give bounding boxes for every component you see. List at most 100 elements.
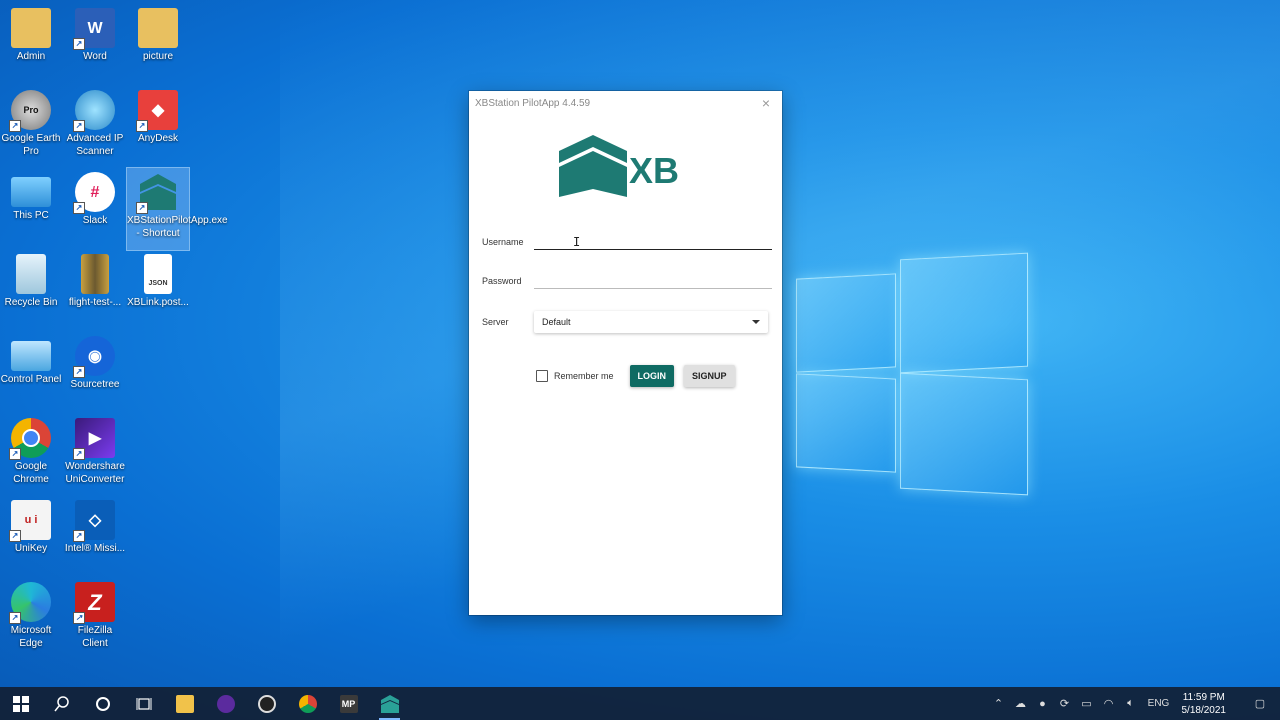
password-label: Password: [482, 276, 522, 286]
desktop-icon-unikey[interactable]: u i ↗ UniKey: [0, 496, 62, 555]
logo-text: XB: [629, 150, 679, 191]
remember-me-checkbox[interactable]: [536, 370, 548, 382]
unikey-icon: u i ↗: [9, 500, 51, 542]
text-cursor-icon: I: [573, 235, 581, 249]
close-icon[interactable]: ×: [756, 95, 776, 111]
notifications-icon[interactable]: ▢: [1240, 697, 1280, 710]
archive-icon: [81, 254, 109, 294]
json-file-icon: JSON: [144, 254, 172, 294]
desktop-icon-label: This PC: [13, 210, 49, 221]
desktop-icon-advanced-ip-scanner[interactable]: ↗ Advanced IP Scanner: [64, 86, 126, 158]
microphone-icon[interactable]: ●: [1032, 698, 1054, 710]
edge-icon: ↗: [9, 582, 51, 624]
computer-icon: [11, 177, 51, 207]
server-label: Server: [482, 317, 509, 327]
mission-planner-icon: MP: [339, 694, 358, 713]
volume-icon[interactable]: 🔈︎: [1120, 697, 1142, 710]
battery-icon[interactable]: ▭: [1076, 697, 1098, 710]
filezilla-icon: Z ↗: [73, 582, 115, 624]
desktop-icon-sourcetree[interactable]: ◉ ↗ Sourcetree: [64, 332, 126, 391]
update-icon[interactable]: ⟳: [1054, 697, 1076, 710]
desktop-icon-label: Admin: [16, 51, 46, 62]
window-titlebar[interactable]: XBStation PilotApp 4.4.59 ×: [469, 91, 782, 115]
taskbar-mission-planner[interactable]: MP: [328, 687, 369, 720]
language-indicator[interactable]: ENG: [1142, 698, 1176, 709]
slack-icon: # ↗: [73, 172, 115, 214]
anydesk-icon: ◆ ↗: [136, 90, 178, 132]
desktop-icon-xbstation-pilotapp[interactable]: ↗ XBStationPilotApp.exe - Shortcut: [126, 167, 228, 251]
desktop-icon-label: UniKey: [14, 543, 48, 554]
server-select[interactable]: Default: [534, 311, 768, 333]
intel-icon: ◇ ↗: [73, 500, 115, 542]
taskbar-xb-app[interactable]: [369, 687, 410, 720]
start-icon: [12, 695, 29, 712]
desktop-icon-flight-test[interactable]: flight-test-...: [64, 250, 126, 309]
sourcetree-icon: ◉ ↗: [73, 336, 115, 378]
desktop-icon-google-chrome[interactable]: ↗ Google Chrome: [0, 414, 62, 486]
clock-time: 11:59 PM: [1182, 691, 1225, 703]
taskbar-obs[interactable]: [246, 687, 287, 720]
task-view-button[interactable]: [123, 687, 164, 720]
desktop-icon-label: Recycle Bin: [4, 297, 58, 308]
desktop-icon-label: Sourcetree: [70, 379, 120, 390]
username-label: Username: [482, 237, 524, 247]
uniconverter-icon: ▶ ↗: [73, 418, 115, 460]
obs-alt-icon: [216, 694, 235, 713]
folder-user-icon: [11, 8, 51, 48]
login-actions: Remember me LOGIN SIGNUP: [536, 365, 735, 387]
login-button[interactable]: LOGIN: [629, 365, 675, 387]
desktop-icon-picture[interactable]: picture: [127, 4, 189, 63]
xb-app-icon: [380, 694, 399, 713]
system-tray: ⌃ ☁ ● ⟳ ▭ ◠ 🔈︎ ENG 11:59 PM 5/18/2021 ▢: [988, 687, 1280, 720]
desktop-icon-microsoft-edge[interactable]: ↗ Microsoft Edge: [0, 578, 62, 650]
start-button[interactable]: [0, 687, 41, 720]
google-earth-icon: Pro ↗: [9, 90, 51, 132]
desktop-icon-control-panel[interactable]: Control Panel: [0, 332, 62, 386]
desktop-icon-this-pc[interactable]: This PC: [0, 168, 62, 222]
password-input[interactable]: [534, 270, 772, 289]
desktop-icon-label: Google Earth Pro: [1, 133, 61, 157]
clock[interactable]: 11:59 PM 5/18/2021: [1182, 691, 1227, 717]
onedrive-icon[interactable]: ☁: [1010, 697, 1032, 710]
desktop-icon-label: Wondershare UniConverter: [65, 461, 125, 485]
xb-app-icon: ↗: [136, 172, 178, 214]
word-icon: W ↗: [73, 8, 115, 50]
desktop-icon-label: Google Chrome: [13, 461, 49, 485]
desktop-icon-word[interactable]: W ↗ Word: [64, 4, 126, 63]
cortana-button[interactable]: [82, 687, 123, 720]
dropdown-caret-icon: [752, 320, 760, 324]
desktop-icon-label: FileZilla Client: [77, 625, 113, 649]
server-selected-value: Default: [542, 317, 571, 327]
desktop-icon-xblink-json[interactable]: JSON XBLink.post...: [127, 250, 189, 309]
desktop-icon-anydesk[interactable]: ◆ ↗ AnyDesk: [127, 86, 189, 145]
taskbar-obs-alt[interactable]: [205, 687, 246, 720]
desktop-icon-uniconverter[interactable]: ▶ ↗ Wondershare UniConverter: [64, 414, 126, 486]
search-button[interactable]: [41, 687, 82, 720]
taskbar: MP ⌃ ☁ ● ⟳ ▭ ◠ 🔈︎ ENG 11:59 PM 5/18/2021…: [0, 687, 1280, 720]
windows-logo-wallpaper: [796, 252, 1028, 496]
desktop-icon-filezilla[interactable]: Z ↗ FileZilla Client: [64, 578, 126, 650]
desktop-icon-recycle-bin[interactable]: Recycle Bin: [0, 250, 62, 309]
desktop-icon-label: XBLink.post...: [127, 297, 189, 308]
xb-logo: XB: [557, 133, 693, 199]
desktop-icon-label: Microsoft Edge: [10, 625, 52, 649]
desktop-icon-google-earth[interactable]: Pro ↗ Google Earth Pro: [0, 86, 62, 158]
chevron-up-icon[interactable]: ⌃: [988, 697, 1010, 710]
desktop-icon-label: Slack: [82, 215, 108, 226]
wifi-icon[interactable]: ◠: [1098, 697, 1120, 710]
desktop-icon-label: flight-test-...: [68, 297, 122, 308]
taskbar-file-explorer[interactable]: [164, 687, 205, 720]
task-view-icon: [136, 697, 151, 710]
desktop-icon-slack[interactable]: # ↗ Slack: [64, 168, 126, 227]
login-window: XBStation PilotApp 4.4.59 × XB Username …: [469, 91, 782, 615]
chrome-icon: [298, 694, 317, 713]
ip-scanner-icon: ↗: [73, 90, 115, 132]
signup-button[interactable]: SIGNUP: [684, 365, 735, 387]
remember-me-label[interactable]: Remember me: [554, 371, 614, 381]
file-explorer-icon: [175, 694, 194, 713]
desktop-icon-admin[interactable]: Admin: [0, 4, 62, 63]
username-input[interactable]: [534, 231, 772, 250]
taskbar-chrome[interactable]: [287, 687, 328, 720]
window-title: XBStation PilotApp 4.4.59: [475, 97, 591, 109]
desktop-icon-intel-mission[interactable]: ◇ ↗ Intel® Missi...: [64, 496, 126, 555]
